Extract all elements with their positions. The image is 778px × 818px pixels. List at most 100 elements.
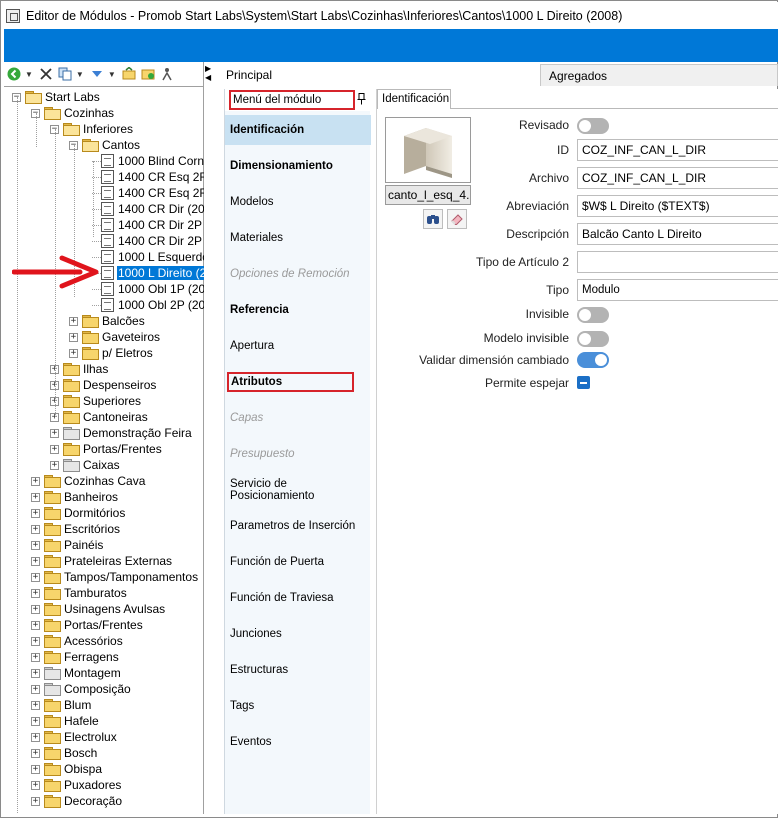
expand-icon[interactable]: + — [31, 684, 40, 694]
expand-icon[interactable]: + — [31, 636, 40, 646]
module-menu-item[interactable]: Servicio de Posicionamiento — [225, 475, 371, 505]
module-menu-item[interactable]: Tags — [225, 691, 371, 721]
move-down-icon[interactable] — [89, 66, 105, 82]
tab-identificacion[interactable]: Identificación — [377, 89, 451, 109]
tree-item-folder[interactable]: + Prateleiras Externas — [31, 553, 173, 569]
module-menu-item[interactable]: Apertura — [225, 331, 371, 361]
expand-icon[interactable]: + — [31, 796, 40, 806]
tree-item-folder[interactable]: + Escritórios — [31, 521, 121, 537]
tree-item-folder[interactable]: + Painéis — [31, 537, 104, 553]
expand-icon[interactable]: + — [31, 668, 40, 678]
archivo-field[interactable]: COZ_INF_CAN_L_DIR — [577, 167, 778, 189]
expand-icon[interactable]: + — [50, 444, 59, 454]
validar-toggle[interactable] — [577, 352, 609, 368]
module-menu-item[interactable]: Referencia — [225, 295, 371, 325]
tree-item-folder[interactable]: + Tampos/Tamponamentos — [31, 569, 199, 585]
tree-item-module[interactable]: 1000 L Esquerdo — [92, 249, 204, 265]
tree-item-folder[interactable]: + Cantoneiras — [50, 409, 149, 425]
tree-item-folder[interactable]: + Balcões — [69, 313, 146, 329]
tree-item-folder[interactable]: + Ilhas — [50, 361, 109, 377]
module-menu-item[interactable]: Función de Traviesa — [225, 583, 371, 613]
tree-item-folder[interactable]: + Despenseiros — [50, 377, 157, 393]
tree-item-folder[interactable]: + Usinagens Avulsas — [31, 601, 166, 617]
tree-item-folder[interactable]: − Cantos — [69, 137, 141, 153]
tree-item-folder[interactable]: − Inferiores — [50, 121, 134, 137]
module-menu-item[interactable]: Identificación — [225, 115, 371, 145]
refresh-icon[interactable] — [121, 66, 137, 82]
tree-item-folder[interactable]: + Caixas — [50, 457, 121, 473]
tree-item-folder[interactable]: + Puxadores — [31, 777, 122, 793]
revisado-toggle[interactable] — [577, 118, 609, 134]
tree-item-module[interactable]: 1400 CR Esq 2F — [92, 169, 204, 185]
module-menu-item[interactable]: Estructuras — [225, 655, 371, 685]
expand-icon[interactable]: + — [31, 508, 40, 518]
expand-icon[interactable]: + — [31, 604, 40, 614]
tree-item-folder[interactable]: + Acessórios — [31, 633, 124, 649]
tree-item-folder[interactable]: + Gaveteiros — [69, 329, 161, 345]
expand-icon[interactable]: + — [50, 460, 59, 470]
expand-icon[interactable]: + — [31, 476, 40, 486]
tree-item-folder[interactable]: + Hafele — [31, 713, 100, 729]
back-icon[interactable] — [6, 66, 22, 82]
pin-icon[interactable] — [355, 92, 367, 108]
tree-item-module[interactable]: 1000 Obl 2P (20 — [92, 297, 204, 313]
tab-principal[interactable]: Principal — [220, 62, 540, 86]
descripcion-field[interactable]: Balcão Canto L Direito — [577, 223, 778, 245]
tree-item-folder[interactable]: + Cozinhas Cava — [31, 473, 146, 489]
tree-item-module[interactable]: 1400 CR Dir (20 — [92, 201, 204, 217]
tree-item-folder[interactable]: + Obispa — [31, 761, 103, 777]
tab-agregados[interactable]: Agregados — [540, 64, 778, 86]
tipo-articulo-field[interactable] — [577, 251, 778, 273]
module-menu-item[interactable]: Dimensionamiento — [225, 151, 371, 181]
expand-icon[interactable]: + — [31, 652, 40, 662]
tree-item-folder[interactable]: + Composição — [31, 681, 132, 697]
module-menu-item[interactable]: Materiales — [225, 223, 371, 253]
expand-icon[interactable]: + — [50, 428, 59, 438]
tree-item-module[interactable]: 1400 CR Esq 2F — [92, 185, 204, 201]
tree-item-folder[interactable]: + Bosch — [31, 745, 98, 761]
module-menu-item[interactable]: Función de Puerta — [225, 547, 371, 577]
expand-icon[interactable]: + — [31, 556, 40, 566]
tree-item-folder[interactable]: − Start Labs — [12, 89, 101, 105]
expand-icon[interactable]: + — [31, 764, 40, 774]
tree-item-folder[interactable]: + Demonstração Feira — [50, 425, 193, 441]
expand-icon[interactable]: + — [31, 588, 40, 598]
tree-item-folder[interactable]: + Montagem — [31, 665, 122, 681]
tree-item-folder[interactable]: + Ferragens — [31, 649, 120, 665]
module-menu-item[interactable]: Junciones — [225, 619, 371, 649]
id-field[interactable]: COZ_INF_CAN_L_DIR — [577, 139, 778, 161]
expand-icon[interactable]: + — [31, 540, 40, 550]
expand-icon[interactable]: + — [31, 572, 40, 582]
expand-icon[interactable]: + — [69, 316, 78, 326]
back-dropdown-icon[interactable]: ▼ — [25, 70, 33, 79]
expand-icon[interactable]: + — [31, 780, 40, 790]
move-dropdown-icon[interactable]: ▼ — [108, 70, 116, 79]
tree-item-module[interactable]: 1400 CR Dir 2P — [92, 233, 203, 249]
abreviacion-field[interactable]: $W$ L Direito ($TEXT$) — [577, 195, 778, 217]
expand-icon[interactable]: + — [31, 732, 40, 742]
tree-item-folder[interactable]: + p/ Eletros — [69, 345, 154, 361]
tipo-select[interactable]: Modulo — [577, 279, 778, 301]
expand-icon[interactable]: + — [31, 492, 40, 502]
module-menu-item[interactable]: Atributos — [225, 367, 371, 397]
module-menu-item[interactable]: Parametros de Inserción — [225, 511, 371, 541]
expand-icon[interactable]: + — [31, 620, 40, 630]
module-menu-item[interactable]: Eventos — [225, 727, 371, 757]
tree-item-folder[interactable]: + Blum — [31, 697, 92, 713]
folder-add-icon[interactable] — [140, 66, 156, 82]
tree-item-folder[interactable]: + Banheiros — [31, 489, 119, 505]
tree-item-module[interactable]: 1000 L Direito (2 — [92, 265, 204, 281]
tree-item-module[interactable]: 1400 CR Dir 2P — [92, 217, 203, 233]
expand-icon[interactable]: + — [31, 700, 40, 710]
modelo-invisible-toggle[interactable] — [577, 331, 609, 347]
tree-item-module[interactable]: 1000 Blind Corn — [92, 153, 204, 169]
copy-icon[interactable] — [57, 66, 73, 82]
module-menu-item[interactable]: Modelos — [225, 187, 371, 217]
tree-item-folder[interactable]: − Cozinhas — [31, 105, 115, 121]
tree-item-folder[interactable]: + Portas/Frentes — [50, 441, 163, 457]
splitter-arrows[interactable]: ▶ ◀ — [205, 64, 219, 82]
copy-dropdown-icon[interactable]: ▼ — [76, 70, 84, 79]
tree-item-folder[interactable]: + Decoração — [31, 793, 123, 809]
permite-espejar-checkbox[interactable] — [577, 376, 590, 389]
invisible-toggle[interactable] — [577, 307, 609, 323]
